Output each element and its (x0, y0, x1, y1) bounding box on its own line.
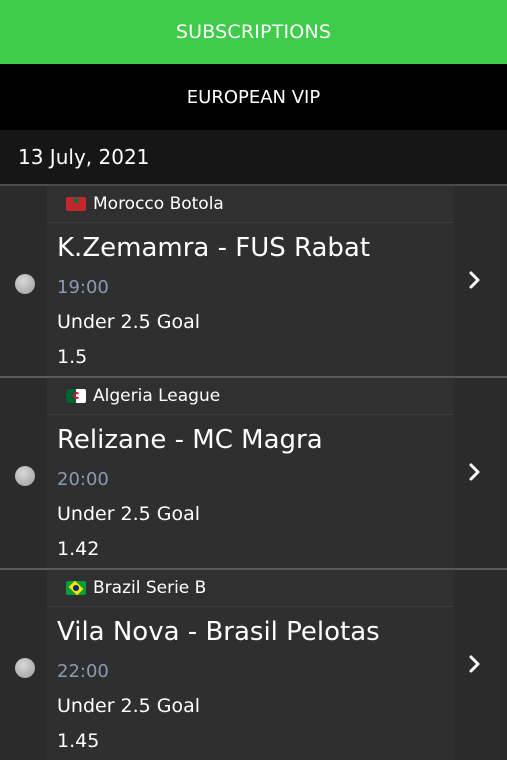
match-teams: Vila Nova - Brasil Pelotas (57, 617, 380, 647)
chevron-right-icon[interactable] (463, 460, 487, 484)
match-teams: Relizane - MC Magra (57, 425, 323, 455)
league-header: Brazil Serie B (47, 570, 454, 607)
section-title: EUROPEAN VIP (186, 86, 321, 108)
match-odds: 1.42 (57, 538, 100, 560)
match-time: 19:00 (57, 277, 109, 298)
league-name: Algeria League (93, 386, 221, 406)
status-dot-icon (15, 274, 35, 294)
chevron-right-icon[interactable] (463, 268, 487, 292)
match-odds: 1.45 (57, 730, 100, 752)
league-name: Brazil Serie B (93, 578, 207, 598)
section-header: EUROPEAN VIP (0, 64, 507, 130)
match-details: Vila Nova - Brasil Pelotas 22:00 Under 2… (47, 607, 454, 760)
algeria-flag-icon (66, 389, 86, 403)
match-odds: 1.5 (57, 346, 88, 368)
match-row[interactable]: Morocco Botola K.Zemamra - FUS Rabat 19:… (0, 186, 507, 378)
date-header: 13 July, 2021 (0, 130, 507, 186)
match-row[interactable]: Algeria League Relizane - MC Magra 20:00… (0, 378, 507, 570)
league-header: Algeria League (47, 378, 454, 415)
match-details: K.Zemamra - FUS Rabat 19:00 Under 2.5 Go… (47, 223, 454, 376)
brazil-flag-icon (66, 581, 86, 595)
date-label: 13 July, 2021 (18, 145, 150, 169)
match-teams: K.Zemamra - FUS Rabat (57, 233, 371, 263)
subscriptions-button[interactable]: SUBSCRIPTIONS (0, 0, 507, 64)
league-header: Morocco Botola (47, 186, 454, 223)
match-row[interactable]: Brazil Serie B Vila Nova - Brasil Pelota… (0, 570, 507, 760)
match-market: Under 2.5 Goal (57, 503, 201, 525)
status-dot-icon (15, 466, 35, 486)
morocco-flag-icon (66, 197, 86, 211)
subscriptions-label: SUBSCRIPTIONS (175, 21, 332, 43)
match-details: Relizane - MC Magra 20:00 Under 2.5 Goal… (47, 415, 454, 568)
match-time: 20:00 (57, 469, 109, 490)
match-market: Under 2.5 Goal (57, 311, 201, 333)
status-dot-icon (15, 658, 35, 678)
chevron-right-icon[interactable] (463, 652, 487, 676)
league-name: Morocco Botola (93, 194, 224, 214)
match-time: 22:00 (57, 661, 109, 682)
match-market: Under 2.5 Goal (57, 695, 201, 717)
